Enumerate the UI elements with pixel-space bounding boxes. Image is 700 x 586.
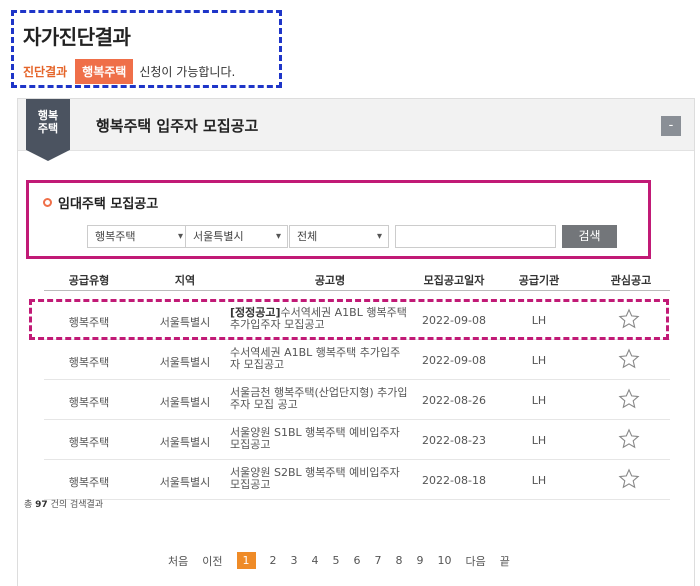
panel-header: 행복 주택 행복주택 입주자 모집공고 - xyxy=(18,99,694,161)
star-icon[interactable] xyxy=(618,388,640,410)
search-box: 임대주택 모집공고 행복주택 ▾ 서울특별시 ▾ 전체 ▾ 검색 xyxy=(26,180,651,259)
star-icon[interactable] xyxy=(618,468,640,490)
header-divider xyxy=(44,290,670,291)
cell-date: 2022-09-08 xyxy=(422,354,486,367)
cell-date: 2022-08-26 xyxy=(422,394,486,407)
header-type: 공급유형 xyxy=(68,274,110,287)
notice-title-link[interactable]: 서울양원 S1BL 행복주택 예비입주자 모집공고 xyxy=(230,427,410,451)
ribbon-label: 행복 주택 xyxy=(37,109,59,135)
cell-type: 행복주택 xyxy=(68,396,110,409)
header-favorite: 관심공고 xyxy=(610,274,652,287)
type-select-value: 행복주택 xyxy=(95,230,136,243)
chevron-down-icon: ▾ xyxy=(376,231,382,242)
region-select[interactable]: 서울특별시 ▾ xyxy=(185,225,288,248)
total-suffix: 건의 검색결과 xyxy=(50,500,104,510)
notice-title-link[interactable]: 수서역세권 A1BL 행복주택 추가입주자 모집공고 xyxy=(230,347,410,371)
status-select[interactable]: 전체 ▾ xyxy=(289,225,389,248)
type-select[interactable]: 행복주택 ▾ xyxy=(87,225,190,248)
cell-agency: LH xyxy=(531,394,547,407)
search-title-label: 임대주택 모집공고 xyxy=(58,197,159,212)
table-row[interactable]: 행복주택 서울특별시 수서역세권 A1BL 행복주택 추가입주자 모집공고 20… xyxy=(44,340,670,380)
cell-date: 2022-08-23 xyxy=(422,434,486,447)
result-badge: 행복주택 xyxy=(75,59,134,84)
header-region: 지역 xyxy=(174,274,196,287)
star-icon[interactable] xyxy=(618,348,640,370)
notice-title-text: 서울양원 S2BL 행복주택 예비입주자 모집공고 xyxy=(230,466,400,491)
notice-title-link[interactable]: 서울양원 S2BL 행복주택 예비입주자 모집공고 xyxy=(230,467,410,491)
cell-type: 행복주택 xyxy=(68,356,110,369)
notice-title-text: 서울금천 행복주택(산업단지형) 추가입주자 모집 공고 xyxy=(230,386,408,411)
page-link[interactable]: 10 xyxy=(438,554,452,567)
table-row[interactable]: 행복주택 서울특별시 서울양원 S2BL 행복주택 예비입주자 모집공고 202… xyxy=(44,460,670,500)
search-input[interactable] xyxy=(395,225,556,248)
page-current[interactable]: 1 xyxy=(236,552,256,569)
header-date: 모집공고일자 xyxy=(423,274,485,287)
notice-title-link[interactable]: 서울금천 행복주택(산업단지형) 추가입주자 모집 공고 xyxy=(230,387,410,411)
cell-region: 서울특별시 xyxy=(159,476,211,489)
cell-region: 서울특별시 xyxy=(159,356,211,369)
total-prefix: 총 xyxy=(24,500,33,510)
search-button[interactable]: 검색 xyxy=(562,225,617,248)
category-ribbon: 행복 주택 xyxy=(26,99,70,161)
result-row: 진단결과 행복주택 신청이 가능합니다. xyxy=(23,59,235,84)
notice-title-text: 수서역세권 A1BL 행복주택 추가입주자 모집공고 xyxy=(230,346,401,371)
circle-bullet-icon xyxy=(43,198,52,207)
cell-type: 행복주택 xyxy=(68,476,110,489)
cell-type: 행복주택 xyxy=(68,436,110,449)
page-prev[interactable]: 이전 xyxy=(202,553,222,569)
star-icon[interactable] xyxy=(618,428,640,450)
page-next[interactable]: 다음 xyxy=(466,553,486,569)
pagination: 처음 이전 1 2 3 4 5 6 7 8 9 10 다음 끝 xyxy=(168,552,524,569)
page-link[interactable]: 3 xyxy=(291,554,298,567)
diagnosis-result-box: 자가진단결과 진단결과 행복주택 신청이 가능합니다. xyxy=(11,10,282,88)
region-select-value: 서울특별시 xyxy=(193,230,244,243)
result-count: 총 97 건의 검색결과 xyxy=(24,497,103,510)
table-row[interactable]: 행복주택 서울특별시 서울양원 S1BL 행복주택 예비입주자 모집공고 202… xyxy=(44,420,670,460)
panel-title: 행복주택 입주자 모집공고 xyxy=(96,117,259,135)
highlighted-row-outline xyxy=(29,299,669,340)
total-count: 97 xyxy=(35,500,48,510)
page-last[interactable]: 끝 xyxy=(500,553,510,569)
result-message: 신청이 가능합니다. xyxy=(139,65,236,79)
chevron-down-icon: ▾ xyxy=(177,231,183,242)
header-agency: 공급기관 xyxy=(518,274,560,287)
status-select-value: 전체 xyxy=(297,230,318,243)
result-title: 자가진단결과 xyxy=(23,25,131,49)
collapse-button[interactable]: - xyxy=(661,116,681,136)
page-first[interactable]: 처음 xyxy=(168,553,188,569)
page-link[interactable]: 4 xyxy=(312,554,319,567)
header-title: 공고명 xyxy=(314,274,346,287)
cell-agency: LH xyxy=(531,354,547,367)
page-link[interactable]: 9 xyxy=(417,554,424,567)
cell-region: 서울특별시 xyxy=(159,436,211,449)
notice-title-text: 서울양원 S1BL 행복주택 예비입주자 모집공고 xyxy=(230,426,400,451)
result-label: 진단결과 xyxy=(23,65,68,79)
table-row[interactable]: 행복주택 서울특별시 서울금천 행복주택(산업단지형) 추가입주자 모집 공고 … xyxy=(44,380,670,420)
cell-date: 2022-08-18 xyxy=(422,474,486,487)
page-link[interactable]: 7 xyxy=(375,554,382,567)
cell-region: 서울특별시 xyxy=(159,396,211,409)
page-link[interactable]: 8 xyxy=(396,554,403,567)
page-link[interactable]: 5 xyxy=(333,554,340,567)
search-title: 임대주택 모집공고 xyxy=(43,193,158,212)
cell-agency: LH xyxy=(531,474,547,487)
cell-agency: LH xyxy=(531,434,547,447)
page-link[interactable]: 6 xyxy=(354,554,361,567)
page-link[interactable]: 2 xyxy=(270,554,277,567)
chevron-down-icon: ▾ xyxy=(275,231,281,242)
